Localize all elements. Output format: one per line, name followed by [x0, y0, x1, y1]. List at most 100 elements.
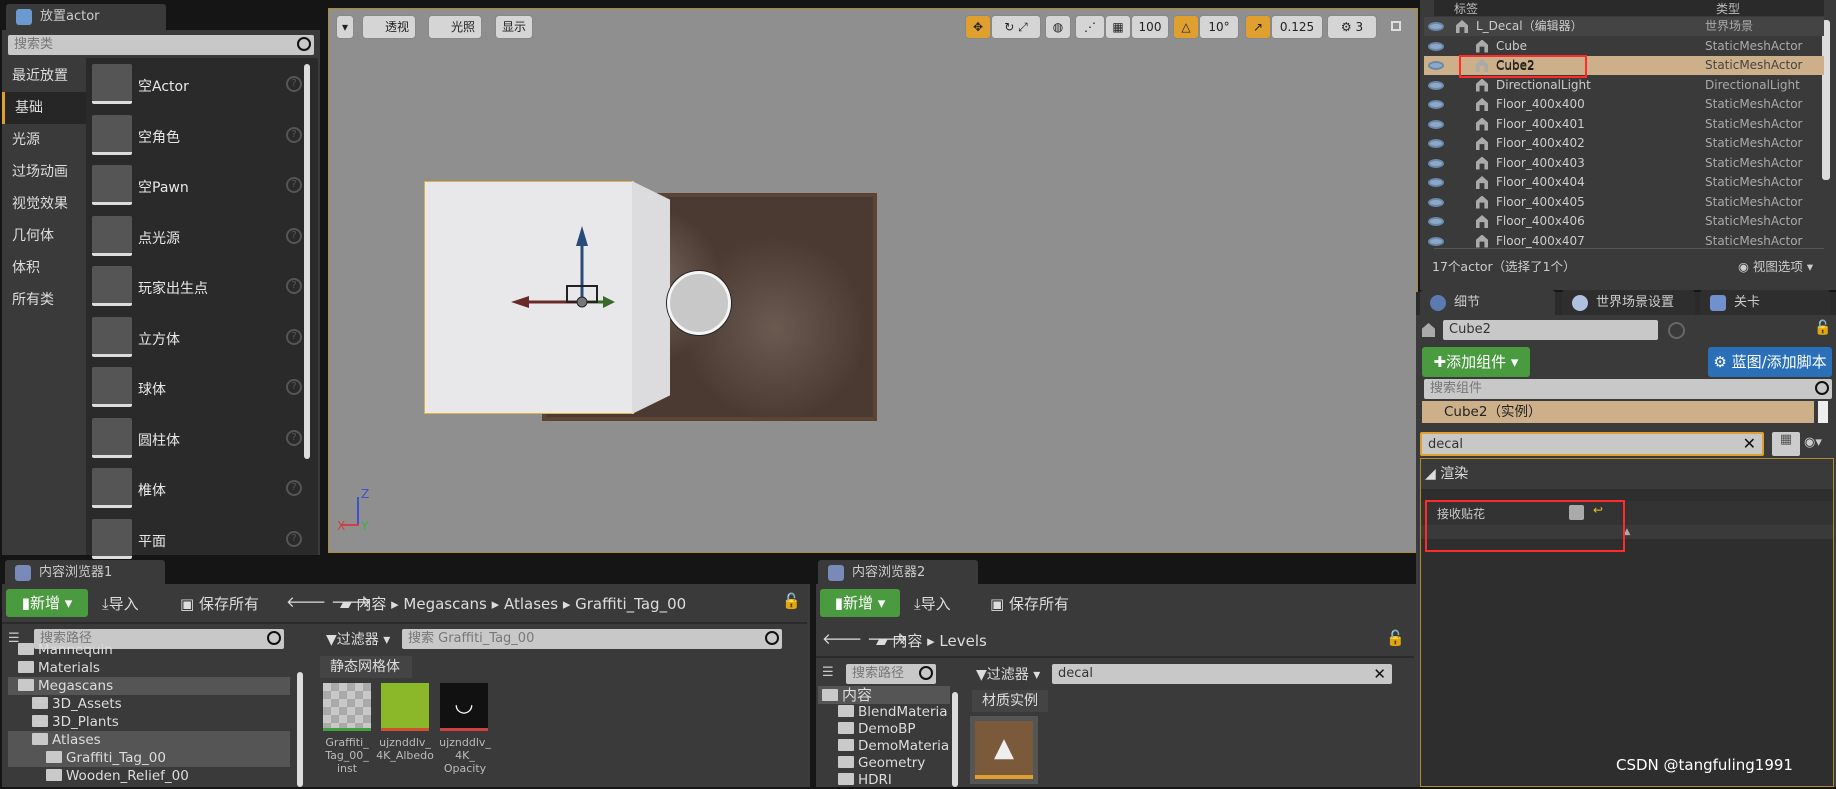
viewport-options-dropdown[interactable]: ▾	[336, 15, 354, 39]
rotation-snap-icon[interactable]: △	[1173, 15, 1199, 39]
lock-icon[interactable]: 🔓	[782, 592, 801, 610]
transform-gizmo[interactable]	[509, 224, 619, 324]
help-icon[interactable]: ?	[286, 278, 302, 294]
details-filter-input[interactable]: decal ✕	[1420, 432, 1764, 456]
help-icon[interactable]: ?	[286, 126, 302, 143]
folder-item[interactable]: DemoBP	[818, 720, 950, 738]
visibility-eye-icon[interactable]	[1428, 22, 1444, 31]
help-icon[interactable]: ?	[286, 328, 302, 345]
new-button[interactable]: ▮新增 ▾	[6, 589, 88, 617]
filter-chip-static-mesh[interactable]: 静态网格体	[320, 656, 412, 678]
lock-icon[interactable]: 🔓	[1814, 320, 1831, 336]
category-volumes[interactable]: 体积	[2, 252, 86, 284]
actor-item[interactable]: 空Actor?	[92, 62, 302, 112]
help-icon[interactable]: ?	[286, 480, 302, 496]
view-options-button[interactable]: ◉ 视图选项 ▾	[1738, 256, 1813, 275]
help-icon[interactable]: ?	[286, 429, 302, 446]
viewport[interactable]: Z X Y	[328, 8, 1418, 553]
folder-item[interactable]: Materials	[8, 659, 290, 677]
actor-item[interactable]: 圆柱体?	[92, 416, 302, 466]
visibility-eye-icon[interactable]	[1428, 119, 1444, 129]
sources-toggle-icon[interactable]: ☰	[822, 665, 834, 680]
folder-item[interactable]: HDRI	[818, 771, 950, 789]
outliner-row[interactable]: Floor_400x407 StaticMeshActor	[1424, 232, 1824, 251]
component-scrollbar[interactable]	[1818, 401, 1828, 423]
add-component-button[interactable]: ✚添加组件 ▾	[1422, 347, 1530, 377]
visibility-eye-icon[interactable]	[1428, 197, 1444, 207]
outliner-row[interactable]: Cube StaticMeshActor	[1424, 37, 1824, 56]
scale-snap-icon[interactable]: ↗	[1245, 15, 1271, 39]
actor-item[interactable]: 立方体?	[92, 315, 302, 365]
outliner-row[interactable]: Floor_400x400 StaticMeshActor	[1424, 95, 1824, 114]
scale-snap-value[interactable]: 0.125	[1271, 15, 1323, 39]
filter-button[interactable]: ▼过滤器 ▾	[976, 664, 1040, 684]
actor-item[interactable]: 球体?	[92, 365, 302, 415]
camera-speed-button[interactable]: ⚙ 3	[1327, 15, 1377, 39]
category-basic[interactable]: 基础	[2, 92, 86, 124]
clear-filter-icon[interactable]: ✕	[1743, 433, 1756, 455]
visibility-eye-icon[interactable]	[1428, 100, 1444, 109]
outliner-row[interactable]: Floor_400x401 StaticMeshActor	[1424, 115, 1824, 134]
visibility-eye-icon[interactable]	[1428, 61, 1444, 70]
help-icon[interactable]	[1668, 322, 1685, 339]
help-icon[interactable]: ?	[286, 76, 302, 92]
help-icon[interactable]: ?	[286, 227, 302, 244]
asset-thumbnail[interactable]: ◡	[440, 683, 488, 731]
tab-world-settings[interactable]: 世界场景设置	[1562, 290, 1695, 316]
outliner-row[interactable]: DirectionalLight DirectionalLight	[1424, 76, 1824, 95]
surface-snap-icon[interactable]: ⋰	[1075, 15, 1105, 39]
lock-icon[interactable]: 🔓	[1386, 629, 1405, 647]
actor-item[interactable]: 空角色?	[92, 113, 302, 163]
translate-tool-icon[interactable]: ✥	[965, 15, 991, 39]
actor-item[interactable]: 空Pawn?	[92, 163, 302, 213]
actor-name-input[interactable]: Cube2	[1443, 320, 1658, 340]
decal-actor-icon[interactable]	[667, 271, 731, 335]
folder-item[interactable]: 内容	[818, 686, 950, 704]
category-recent[interactable]: 最近放置	[2, 60, 86, 92]
folder-item[interactable]: Graffiti_Tag_00	[8, 749, 290, 767]
actor-item[interactable]: 平面?	[92, 517, 302, 567]
visibility-eye-icon[interactable]	[1428, 139, 1444, 148]
rotate-scale-tools[interactable]: ↻ ⤢	[991, 15, 1041, 39]
gizmo-z-arrow[interactable]	[576, 226, 588, 246]
section-rendering[interactable]: ◢ 渲染	[1421, 459, 1833, 489]
help-icon[interactable]: ?	[286, 530, 302, 547]
perspective-button[interactable]: 透视	[362, 15, 417, 39]
component-instance-row[interactable]: Cube2（实例）	[1422, 401, 1814, 423]
folder-item[interactable]: Geometry	[818, 754, 950, 772]
folder-item[interactable]: 3D_Assets	[8, 695, 290, 713]
gizmo-y-arrow[interactable]	[603, 296, 615, 308]
asset-thumbnail[interactable]	[323, 683, 371, 731]
asset-label[interactable]: ujznddlv_ 4K_ Opacity	[436, 736, 494, 775]
scrollbar[interactable]	[304, 64, 310, 459]
path-search-input[interactable]: 搜索路径	[846, 664, 936, 684]
tab-place-actor[interactable]: 放置actor	[6, 4, 166, 30]
tree-scrollbar[interactable]	[952, 692, 958, 787]
save-all-button[interactable]: ▣ 保存所有	[990, 593, 1069, 614]
new-button[interactable]: ▮新增 ▾	[820, 589, 900, 617]
folder-item[interactable]: Megascans	[8, 677, 290, 695]
help-icon[interactable]: ?	[286, 177, 302, 193]
outliner-row[interactable]: Floor_400x403 StaticMeshActor	[1424, 154, 1824, 173]
save-all-button[interactable]: ▣ 保存所有	[180, 593, 259, 614]
folder-item[interactable]: 3D_Plants	[8, 713, 290, 731]
asset-search-input[interactable]: decal ✕	[1052, 664, 1392, 684]
gizmo-center[interactable]	[576, 296, 588, 308]
property-matrix-button[interactable]: ▦	[1772, 432, 1800, 456]
folder-item[interactable]: Atlases	[8, 731, 290, 749]
outliner-row[interactable]: Floor_400x404 StaticMeshActor	[1424, 173, 1824, 192]
tab-levels[interactable]: 关卡	[1700, 290, 1830, 316]
visibility-options-icon[interactable]: ◉▾	[1804, 435, 1822, 450]
visibility-eye-icon[interactable]	[1428, 178, 1444, 187]
rotation-snap-value[interactable]: 10°	[1199, 15, 1239, 39]
tree-scrollbar[interactable]	[297, 672, 303, 787]
actor-item[interactable]: 椎体?	[92, 466, 302, 516]
filter-button[interactable]: ▼过滤器 ▾	[326, 629, 390, 649]
outliner-row[interactable]: L_Decal（编辑器） 世界场景	[1424, 17, 1824, 36]
asset-label[interactable]: Graffiti_ Tag_00_ inst	[318, 736, 376, 775]
folder-item[interactable]: BlendMateria	[818, 703, 950, 721]
category-geometry[interactable]: 几何体	[2, 220, 86, 252]
gizmo-x-arrow[interactable]	[511, 296, 529, 308]
visibility-eye-icon[interactable]	[1428, 217, 1444, 226]
world-space-icon[interactable]: ◍	[1045, 15, 1071, 39]
